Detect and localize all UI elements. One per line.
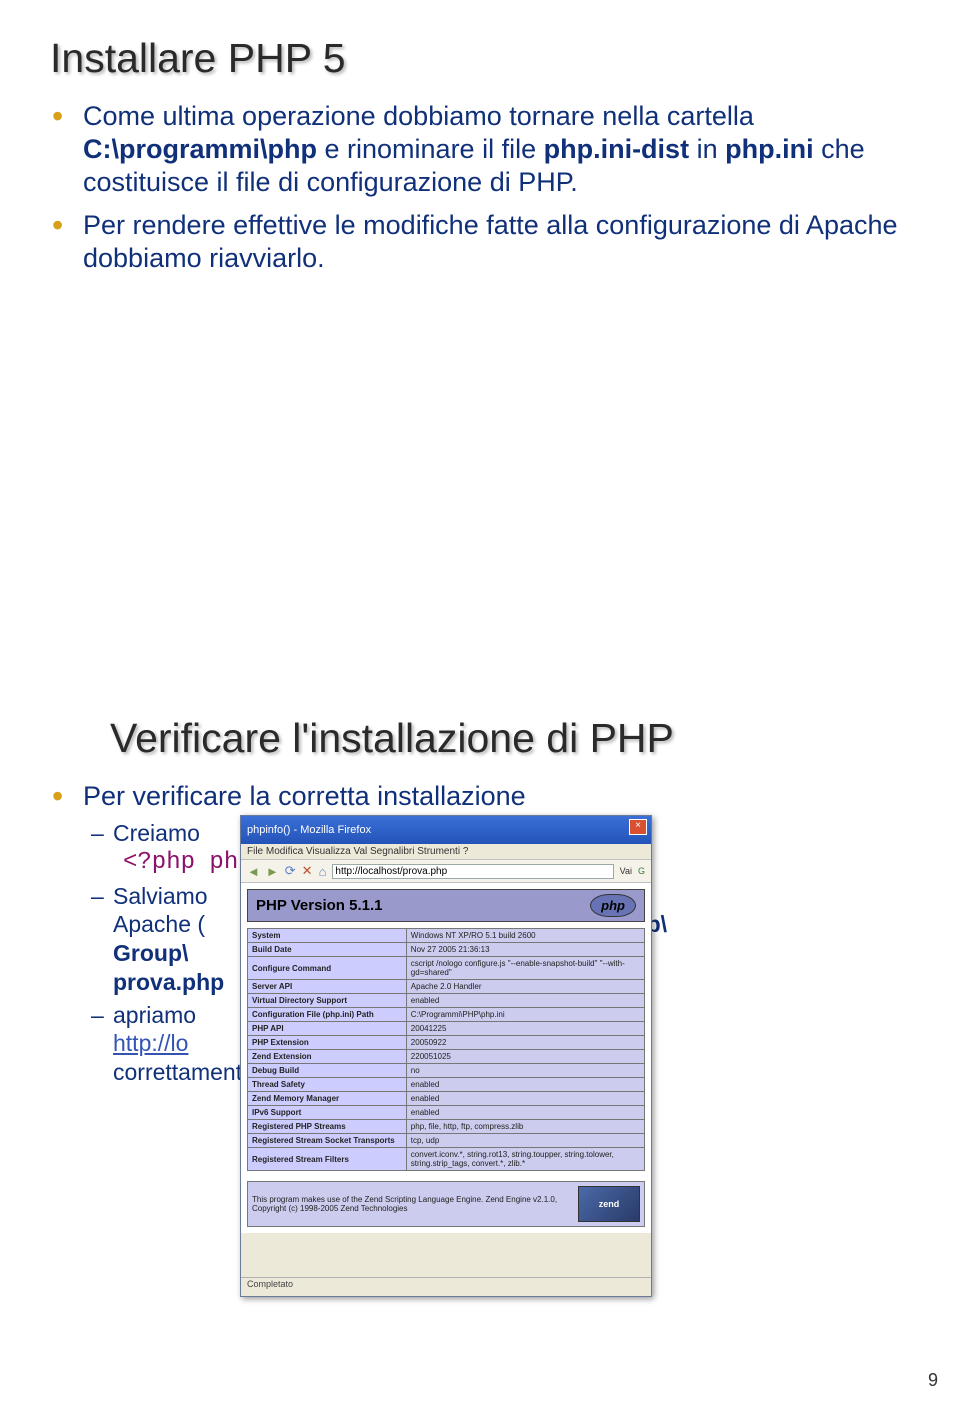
table-key: Configuration File (php.ini) Path — [248, 1008, 407, 1022]
table-value: enabled — [406, 1092, 644, 1106]
browser-menu[interactable]: File Modifica Visualizza Val Segnalibri … — [241, 844, 651, 860]
phpinfo-table: SystemWindows NT XP/RO 5.1 build 2600Bui… — [247, 928, 645, 1171]
table-value: enabled — [406, 1106, 644, 1120]
phpinfo-header: PHP Version 5.1.1 php — [247, 889, 645, 922]
table-row: SystemWindows NT XP/RO 5.1 build 2600 — [248, 929, 645, 943]
reload-icon[interactable]: ⟳ — [285, 863, 296, 879]
stop-icon[interactable]: ✕ — [302, 863, 313, 879]
table-key: Registered Stream Filters — [248, 1148, 407, 1171]
page-content: PHP Version 5.1.1 php SystemWindows NT X… — [241, 883, 651, 1233]
table-key: Debug Build — [248, 1064, 407, 1078]
table-row: Configuration File (php.ini) PathC:\Prog… — [248, 1008, 645, 1022]
go-button[interactable]: Vai — [620, 866, 632, 876]
table-value: Windows NT XP/RO 5.1 build 2600 — [406, 929, 644, 943]
back-icon[interactable]: ◄ — [247, 864, 260, 879]
table-value: Apache 2.0 Handler — [406, 980, 644, 994]
table-key: PHP API — [248, 1022, 407, 1036]
table-row: Virtual Directory Supportenabled — [248, 994, 645, 1008]
table-value: enabled — [406, 994, 644, 1008]
bullet-item: Per rendere effettive le modifiche fatte… — [78, 209, 910, 275]
window-title: phpinfo() - Mozilla Firefox — [247, 824, 371, 836]
table-row: IPv6 Supportenabled — [248, 1106, 645, 1120]
table-row: PHP Extension20050922 — [248, 1036, 645, 1050]
table-value: 20041225 — [406, 1022, 644, 1036]
bullet-text: Per rendere effettive le modifiche fatte… — [83, 210, 898, 273]
table-row: PHP API20041225 — [248, 1022, 645, 1036]
bullet-item: Come ultima operazione dobbiamo tornare … — [78, 100, 910, 199]
zend-logo: zend — [578, 1186, 640, 1222]
table-row: Registered Stream Filtersconvert.iconv.*… — [248, 1148, 645, 1171]
slide2-title: Verificare l'installazione di PHP — [50, 715, 910, 762]
table-row: Registered Stream Socket Transportstcp, … — [248, 1134, 645, 1148]
table-row: Build DateNov 27 2005 21:36:13 — [248, 943, 645, 957]
home-icon[interactable]: ⌂ — [319, 864, 327, 879]
table-key: Build Date — [248, 943, 407, 957]
table-row: Registered PHP Streamsphp, file, http, f… — [248, 1120, 645, 1134]
table-key: Registered Stream Socket Transports — [248, 1134, 407, 1148]
table-value: 220051025 — [406, 1050, 644, 1064]
table-key: Configure Command — [248, 957, 407, 980]
table-value: 20050922 — [406, 1036, 644, 1050]
table-row: Server APIApache 2.0 Handler — [248, 980, 645, 994]
page-number: 9 — [928, 1370, 938, 1391]
table-value: C:\Programmi\PHP\php.ini — [406, 1008, 644, 1022]
php-version: PHP Version 5.1.1 — [256, 897, 382, 914]
table-key: Server API — [248, 980, 407, 994]
url-link[interactable]: http://lo — [113, 1030, 188, 1056]
table-value: tcp, udp — [406, 1134, 644, 1148]
table-key: Registered PHP Streams — [248, 1120, 407, 1134]
table-key: Thread Safety — [248, 1078, 407, 1092]
slide-install-php5: Installare PHP 5 Come ultima operazione … — [0, 0, 960, 680]
table-value: enabled — [406, 1078, 644, 1092]
table-key: PHP Extension — [248, 1036, 407, 1050]
table-key: Virtual Directory Support — [248, 994, 407, 1008]
window-titlebar[interactable]: phpinfo() - Mozilla Firefox × — [241, 816, 651, 844]
table-row: Configure Commandcscript /nologo configu… — [248, 957, 645, 980]
close-icon[interactable]: × — [629, 819, 647, 835]
table-row: Zend Extension220051025 — [248, 1050, 645, 1064]
firefox-window: phpinfo() - Mozilla Firefox × File Modif… — [240, 815, 652, 1297]
zend-box: This program makes use of the Zend Scrip… — [247, 1181, 645, 1227]
table-key: Zend Memory Manager — [248, 1092, 407, 1106]
slide1-title: Installare PHP 5 — [50, 35, 910, 82]
table-value: php, file, http, ftp, compress.zlib — [406, 1120, 644, 1134]
php-logo: php — [590, 894, 636, 917]
forward-icon[interactable]: ► — [266, 864, 279, 879]
zend-text: This program makes use of the Zend Scrip… — [252, 1195, 578, 1213]
table-value: convert.iconv.*, string.rot13, string.to… — [406, 1148, 644, 1171]
slide1-bullets: Come ultima operazione dobbiamo tornare … — [50, 100, 910, 275]
table-value: Nov 27 2005 21:36:13 — [406, 943, 644, 957]
table-row: Zend Memory Managerenabled — [248, 1092, 645, 1106]
browser-statusbar: Completato — [241, 1277, 651, 1296]
urlbar-input[interactable] — [332, 864, 613, 879]
table-row: Thread Safetyenabled — [248, 1078, 645, 1092]
bullet-text: Come ultima operazione dobbiamo tornare … — [83, 101, 865, 197]
table-value: cscript /nologo configure.js "--enable-s… — [406, 957, 644, 980]
table-key: IPv6 Support — [248, 1106, 407, 1120]
table-key: System — [248, 929, 407, 943]
browser-toolbar: ◄ ► ⟳ ✕ ⌂ Vai G — [241, 860, 651, 883]
search-google-icon[interactable]: G — [638, 866, 645, 876]
table-value: no — [406, 1064, 644, 1078]
table-row: Debug Buildno — [248, 1064, 645, 1078]
table-key: Zend Extension — [248, 1050, 407, 1064]
slide-verify-php: Verificare l'installazione di PHP Per ve… — [0, 680, 960, 1401]
bullet-text: Per verificare la corretta installazione — [83, 781, 526, 811]
